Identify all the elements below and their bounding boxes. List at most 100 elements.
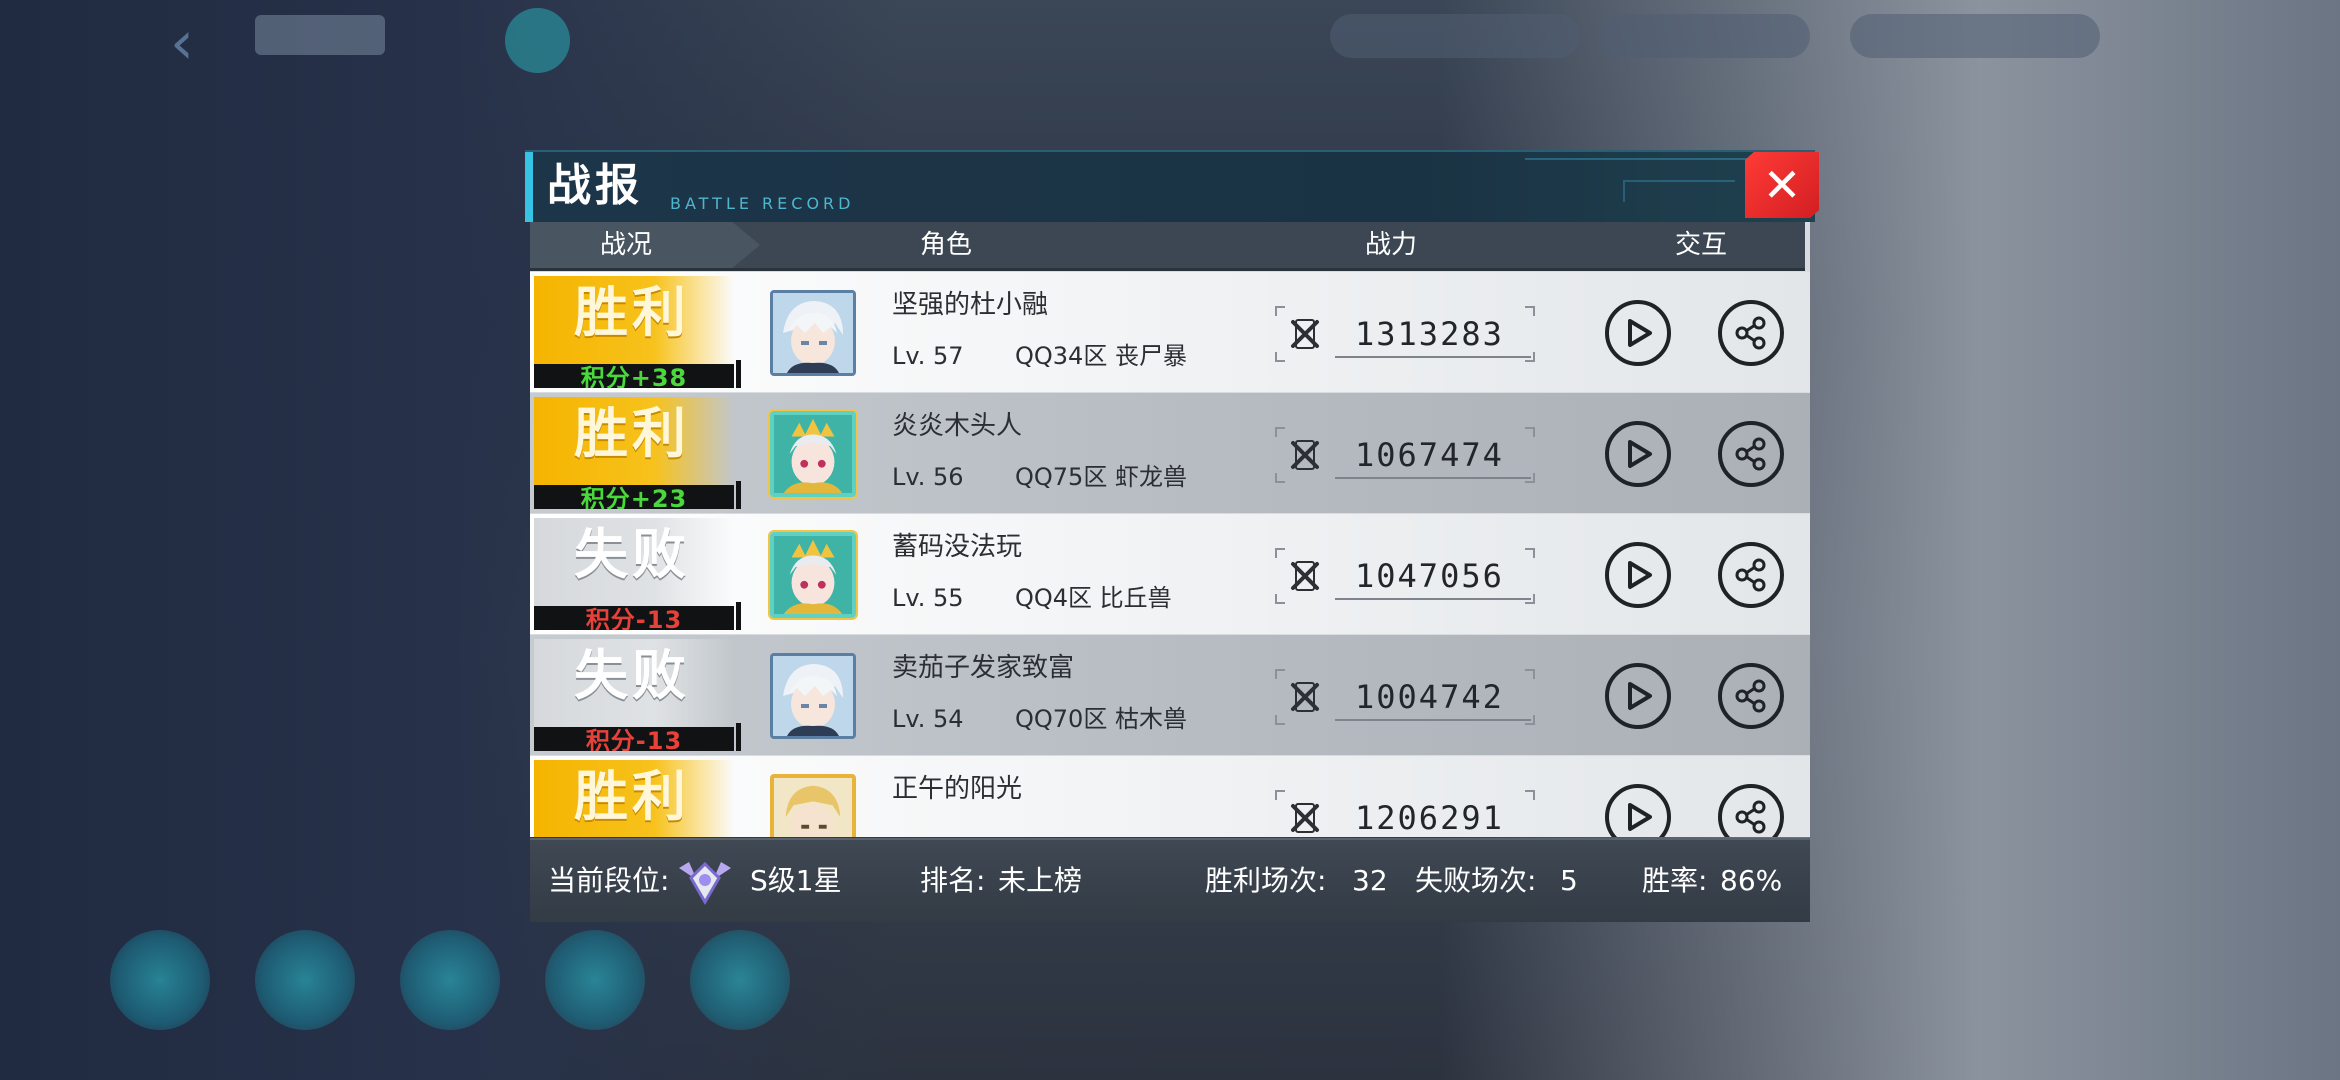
share-button[interactable] <box>1718 663 1784 729</box>
replay-button[interactable] <box>1605 300 1671 366</box>
result-text: 胜利 <box>574 402 690 465</box>
losses-label: 失败场次: <box>1415 864 1537 897</box>
close-button[interactable]: ✕ <box>1745 152 1819 218</box>
power-box: 1067474 <box>1275 427 1535 483</box>
replay-button[interactable] <box>1605 784 1671 837</box>
player-level: Lv. 55 <box>892 584 964 612</box>
share-icon <box>1735 558 1766 592</box>
battle-report-dialog: 战报 BATTLE RECORD ✕ 战况 角色 战力 交互 胜利 积分+38 <box>525 150 1819 925</box>
power-box: 1313283 <box>1275 306 1535 362</box>
column-status: 战况 <box>600 230 653 260</box>
power-value: 1047056 <box>1355 557 1504 595</box>
blurred-menu-circle <box>255 930 355 1030</box>
score-change: 积分+38 <box>534 364 734 388</box>
crossed-swords-icon <box>1291 319 1319 349</box>
player-server: QQ70区 枯木兽 <box>1015 705 1187 733</box>
record-row: 胜利 正午的阳光 1206291 <box>530 756 1810 837</box>
avatar[interactable] <box>770 411 856 497</box>
blurred-resource-gold <box>1330 14 1580 58</box>
player-level: Lv. 57 <box>892 342 964 370</box>
score-change: 积分-13 <box>534 727 734 751</box>
blurred-menu-circle <box>545 930 645 1030</box>
avatar[interactable] <box>770 532 856 618</box>
column-interact: 交互 <box>1675 230 1728 260</box>
result-badge: 胜利 <box>534 760 734 837</box>
avatar[interactable] <box>770 774 856 837</box>
result-badge: 失败 积分-13 <box>534 518 734 630</box>
ranking-value: 未上榜 <box>998 864 1083 897</box>
share-button[interactable] <box>1718 542 1784 608</box>
white-hair-boy-avatar-icon <box>773 293 853 373</box>
play-icon <box>1628 803 1652 831</box>
play-icon <box>1628 561 1652 589</box>
blurred-page-title <box>255 15 385 55</box>
replay-button[interactable] <box>1605 421 1671 487</box>
blurred-resource-diamond <box>1600 14 1810 58</box>
share-button[interactable] <box>1718 784 1784 837</box>
wins-label: 胜利场次: <box>1205 864 1327 897</box>
player-name: 正午的阳光 <box>892 774 1023 804</box>
rank-badge-icon <box>679 861 731 905</box>
result-badge: 失败 积分-13 <box>534 639 734 751</box>
close-icon: ✕ <box>1762 158 1802 212</box>
result-badge: 胜利 积分+23 <box>534 397 734 509</box>
record-row: 胜利 积分+23 炎炎木头人 Lv. 56 QQ75区 虾龙兽 1067474 <box>530 393 1810 513</box>
result-text: 失败 <box>574 523 690 586</box>
score-change: 积分+23 <box>534 485 734 509</box>
rank-label: 当前段位: <box>548 864 670 897</box>
stats-footer: 当前段位: S级1星 排名: 未上榜 胜利场次: 32 失败场次: 5 胜率: … <box>530 838 1810 922</box>
play-icon <box>1628 319 1652 347</box>
winrate-value: 86% <box>1720 864 1783 897</box>
play-icon <box>1628 440 1652 468</box>
dialog-title: 战报 <box>547 160 643 211</box>
replay-button[interactable] <box>1605 663 1671 729</box>
share-button[interactable] <box>1718 300 1784 366</box>
blurred-menu-buttons <box>110 930 850 1030</box>
score-change: 积分-13 <box>534 606 734 630</box>
player-level: Lv. 56 <box>892 463 964 491</box>
player-name: 坚强的杜小融 <box>892 290 1049 320</box>
crossed-swords-icon <box>1291 803 1319 833</box>
rank-value: S级1星 <box>750 864 842 897</box>
crossed-swords-icon <box>1291 561 1319 591</box>
dialog-header: 战报 BATTLE RECORD ✕ <box>525 150 1819 222</box>
player-level: Lv. 54 <box>892 705 964 733</box>
back-arrow-icon: ‹ <box>170 8 194 78</box>
white-hair-boy-avatar-icon <box>773 656 853 736</box>
score-bar-end <box>736 360 741 388</box>
power-value: 1067474 <box>1355 436 1504 474</box>
record-row: 胜利 积分+38 坚强的杜小融 Lv. 57 QQ34区 丧尸暴 1313283 <box>530 272 1810 392</box>
losses-value: 5 <box>1560 864 1578 897</box>
winrate-label: 胜率: <box>1642 864 1708 897</box>
share-icon <box>1735 679 1766 713</box>
blurred-menu-circle <box>110 930 210 1030</box>
result-badge: 胜利 积分+38 <box>534 276 734 388</box>
player-name: 卖茄子发家致富 <box>892 653 1075 683</box>
avatar[interactable] <box>770 653 856 739</box>
column-role: 角色 <box>920 230 973 260</box>
wins-value: 32 <box>1352 864 1388 897</box>
share-icon <box>1735 316 1766 350</box>
avatar[interactable] <box>770 290 856 376</box>
power-value: 1206291 <box>1355 799 1504 837</box>
ranking-label: 排名: <box>920 864 986 897</box>
circuit-decoration <box>1525 158 1755 218</box>
crossed-swords-icon <box>1291 440 1319 470</box>
record-row: 失败 积分-13 蓄码没法玩 Lv. 55 QQ4区 比丘兽 1047056 <box>530 514 1810 634</box>
result-text: 失败 <box>574 644 690 707</box>
share-button[interactable] <box>1718 421 1784 487</box>
replay-button[interactable] <box>1605 542 1671 608</box>
blurred-menu-circle <box>400 930 500 1030</box>
share-icon <box>1735 437 1766 471</box>
result-text: 胜利 <box>574 281 690 344</box>
crowned-girl-avatar-icon <box>774 536 852 614</box>
power-box: 1047056 <box>1275 548 1535 604</box>
blurred-help-icon <box>505 8 570 73</box>
score-bar-end <box>736 723 741 751</box>
golden-hair-boy-avatar-icon <box>774 778 852 837</box>
table-header: 战况 角色 战力 交互 <box>530 222 1805 271</box>
blurred-resource-energy <box>1850 14 2100 58</box>
play-icon <box>1628 682 1652 710</box>
dialog-subtitle: BATTLE RECORD <box>670 194 855 213</box>
record-table[interactable]: 战况 角色 战力 交互 胜利 积分+38 坚强的杜小融 Lv. 57 QQ34区… <box>530 222 1810 837</box>
